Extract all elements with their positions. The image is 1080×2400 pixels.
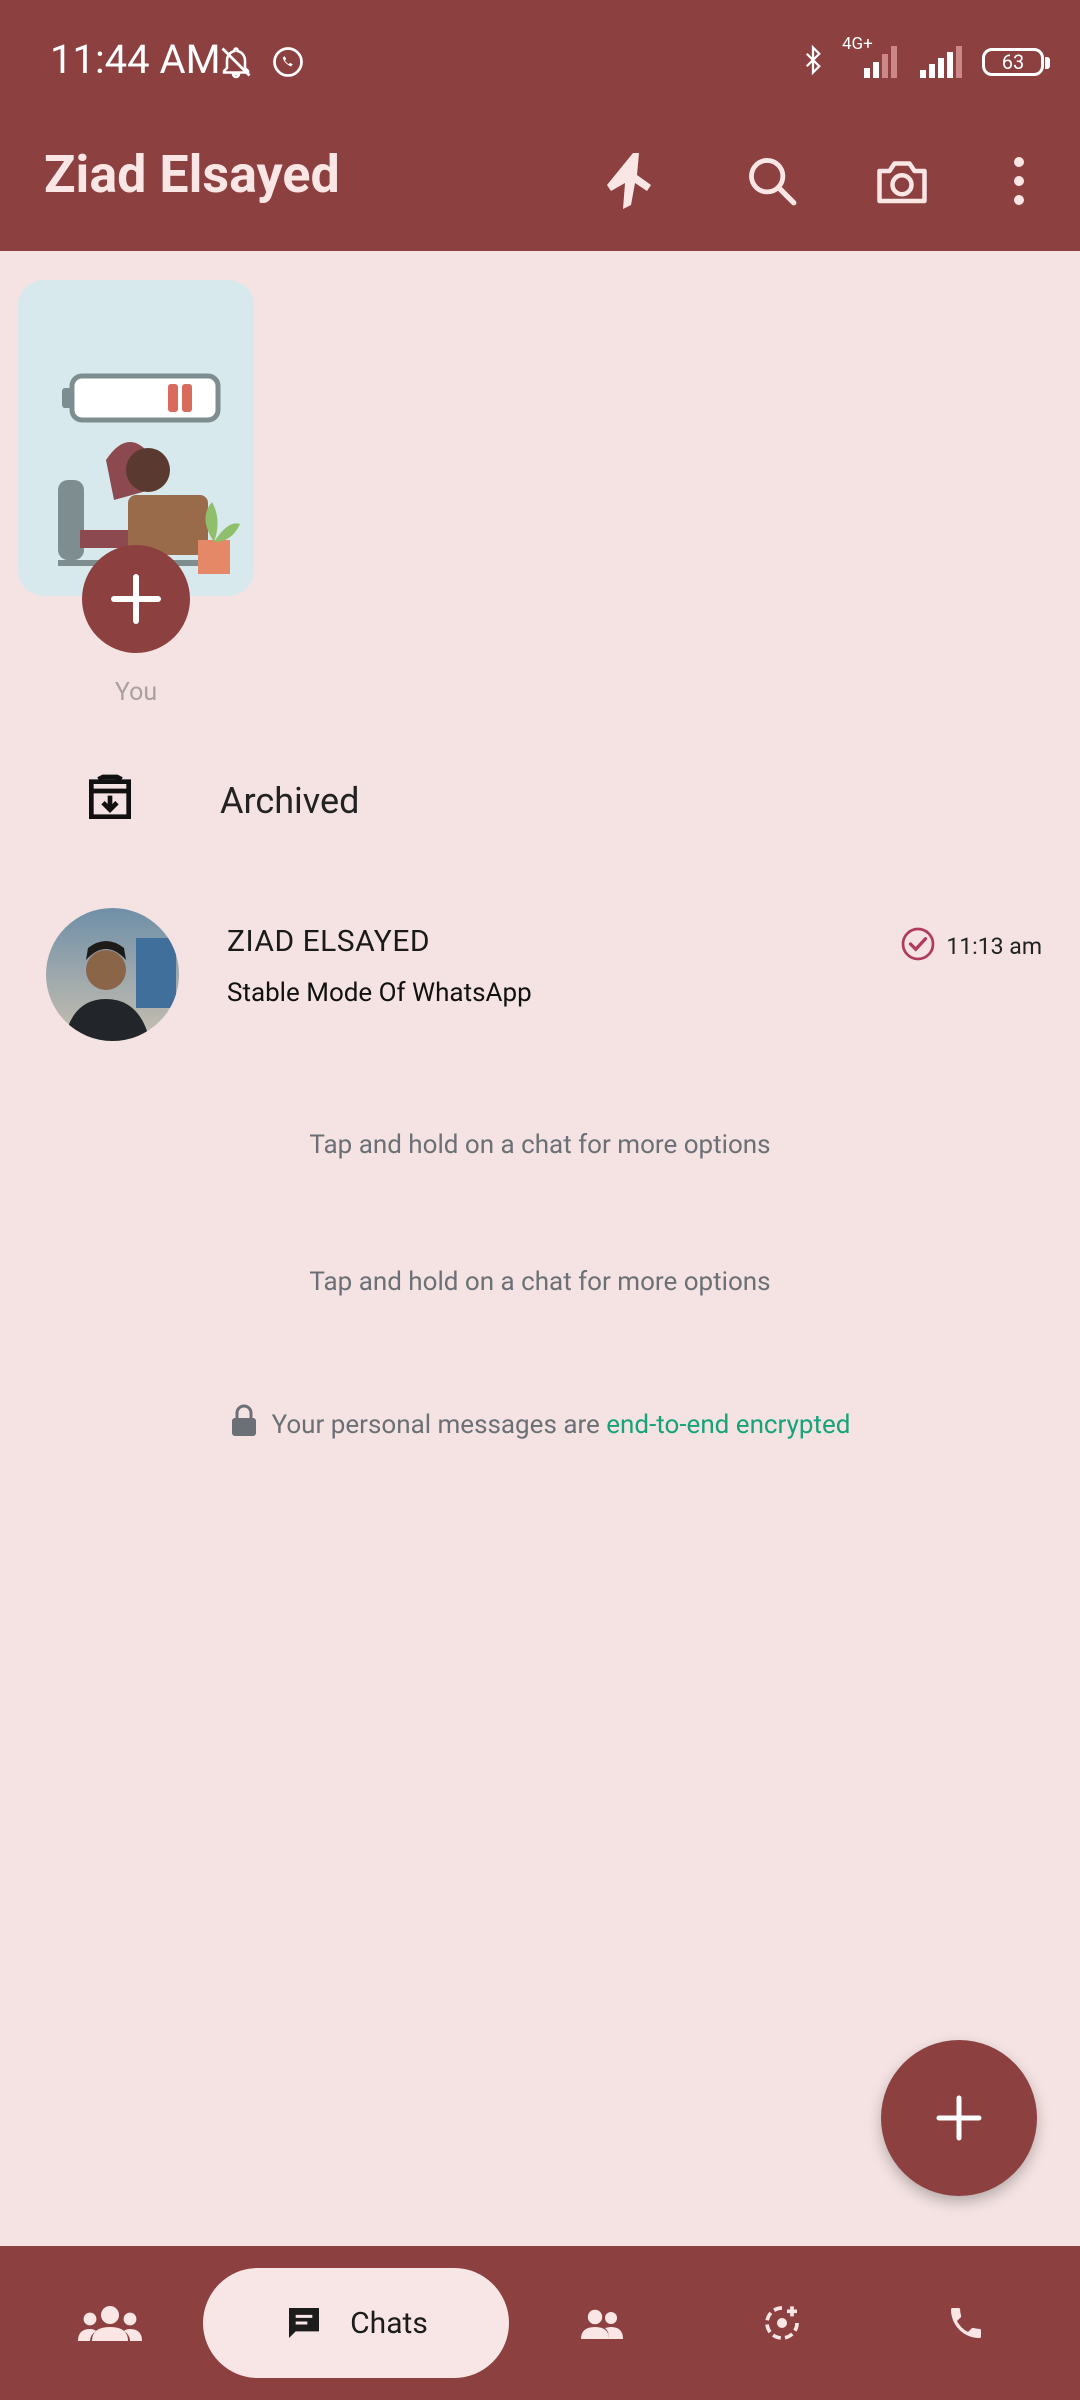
signal-icon bbox=[918, 40, 968, 84]
nav-updates[interactable] bbox=[722, 2246, 842, 2400]
nav-chats-label: Chats bbox=[350, 2305, 428, 2341]
lock-icon bbox=[230, 1404, 258, 1445]
plus-icon bbox=[111, 574, 161, 624]
chat-row[interactable]: ZIAD ELSAYED Stable Mode Of WhatsApp 11:… bbox=[0, 898, 1080, 1048]
chat-name: ZIAD ELSAYED bbox=[227, 924, 431, 959]
archived-row[interactable]: Archived bbox=[0, 760, 1080, 846]
status-icons-right: 4G+ 63 bbox=[798, 34, 1050, 84]
chat-meta: 11:13 am bbox=[900, 926, 1042, 966]
page-title: Ziad Elsayed bbox=[44, 144, 340, 205]
add-status-button[interactable] bbox=[82, 545, 190, 653]
battery-level: 63 bbox=[1001, 50, 1025, 74]
search-icon[interactable] bbox=[737, 146, 807, 216]
bottom-navigation: Chats bbox=[0, 2246, 1080, 2400]
whatsapp-icon bbox=[270, 44, 306, 84]
battery-icon: 63 bbox=[982, 48, 1050, 76]
chat-icon bbox=[289, 2308, 320, 2338]
encryption-text: Your personal messages are bbox=[271, 1409, 607, 1440]
camera-icon[interactable] bbox=[867, 146, 937, 216]
nav-calls[interactable] bbox=[906, 2246, 1026, 2400]
app-bar: Ziad Elsayed bbox=[0, 130, 1080, 251]
check-circle-icon bbox=[900, 926, 936, 966]
airplane-icon[interactable] bbox=[600, 146, 670, 216]
avatar bbox=[46, 908, 179, 1041]
status-time: 11:44 AM bbox=[50, 36, 221, 83]
signal-icon: 4G+ bbox=[842, 34, 904, 84]
hint-text: Tap and hold on a chat for more options bbox=[309, 1130, 771, 1160]
status-bar: 11:44 AM 4G+ 63 bbox=[0, 0, 1080, 130]
bluetooth-icon bbox=[798, 40, 828, 84]
network-type: 4G+ bbox=[842, 34, 873, 54]
phone-icon bbox=[951, 2308, 981, 2338]
status-owner-label: You bbox=[114, 678, 158, 707]
communities-icon bbox=[78, 2306, 142, 2341]
people-icon bbox=[581, 2309, 623, 2339]
mute-icon bbox=[218, 44, 254, 84]
nav-contacts[interactable] bbox=[541, 2246, 661, 2400]
chat-time: 11:13 am bbox=[946, 932, 1042, 960]
plus-icon bbox=[936, 2095, 982, 2141]
more-icon[interactable] bbox=[984, 146, 1054, 216]
chat-preview: Stable Mode Of WhatsApp bbox=[227, 978, 532, 1008]
archived-label: Archived bbox=[220, 780, 360, 822]
encryption-notice: Your personal messages are end-to-end en… bbox=[0, 1404, 1080, 1445]
archive-icon bbox=[82, 770, 138, 830]
encryption-link[interactable]: end-to-end encrypted bbox=[606, 1410, 850, 1440]
status-icon bbox=[765, 2306, 799, 2340]
hint-text: Tap and hold on a chat for more options bbox=[309, 1267, 771, 1297]
nav-communities[interactable] bbox=[50, 2246, 170, 2400]
status-icons-left bbox=[218, 44, 306, 84]
new-chat-button[interactable] bbox=[881, 2040, 1037, 2196]
nav-chats[interactable]: Chats bbox=[203, 2268, 509, 2378]
